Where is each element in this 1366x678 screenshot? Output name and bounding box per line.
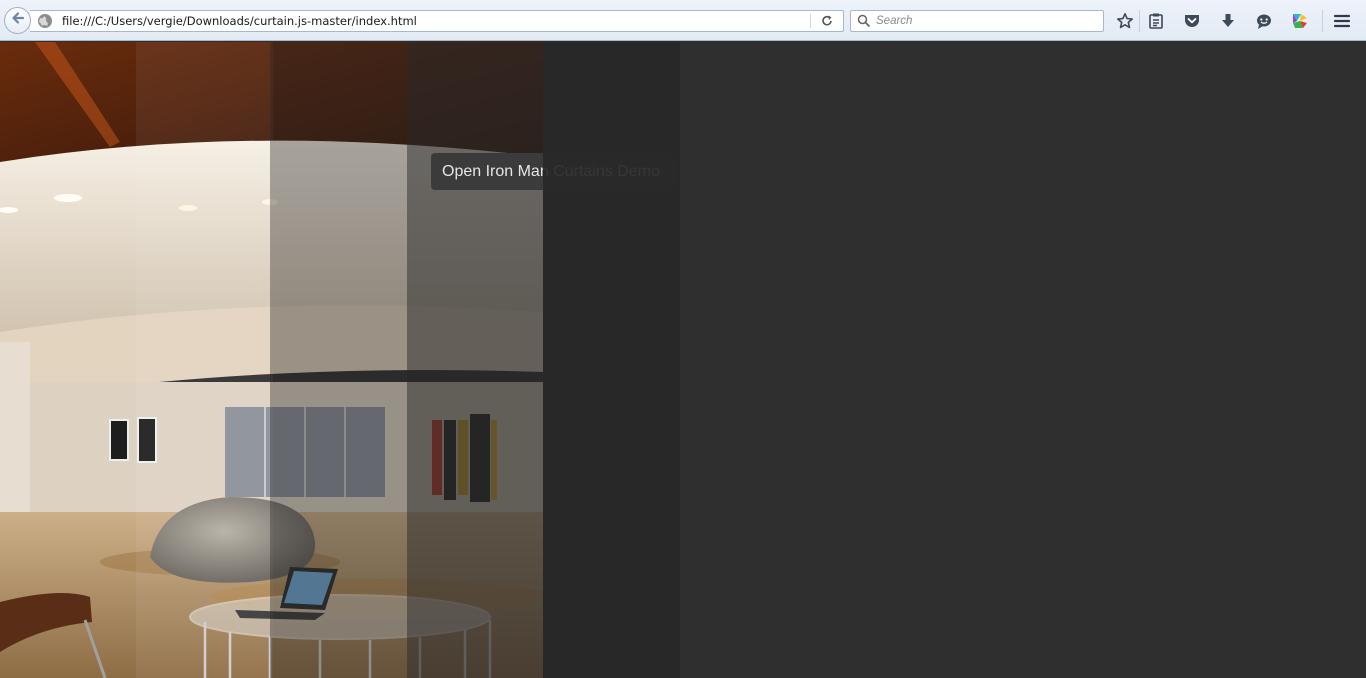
star-icon[interactable] (1115, 11, 1135, 31)
page-content: Open Iron Man Curtains Demo (0, 42, 1366, 678)
back-button[interactable] (4, 7, 31, 34)
toolbar-divider (1322, 10, 1323, 32)
toolbar-divider (1139, 10, 1140, 32)
url-text[interactable]: file:///C:/Users/vergie/Downloads/curtai… (62, 14, 417, 28)
back-arrow-icon (10, 10, 26, 31)
search-placeholder[interactable]: Search (876, 15, 912, 27)
url-divider (810, 14, 811, 28)
extension-icon[interactable] (1290, 11, 1310, 31)
pocket-icon[interactable] (1182, 11, 1202, 31)
browser-toolbar: file:///C:/Users/vergie/Downloads/curtai… (0, 0, 1366, 41)
reading-list-icon[interactable] (1146, 11, 1166, 31)
curtain-panel (407, 42, 543, 678)
curtain-panel (543, 42, 680, 678)
curtain-panel (0, 42, 137, 678)
search-icon (857, 14, 871, 33)
globe-icon (37, 13, 53, 34)
menu-icon[interactable] (1332, 11, 1352, 31)
url-bar[interactable]: file:///C:/Users/vergie/Downloads/curtai… (30, 10, 844, 32)
search-bar[interactable]: Search (850, 10, 1104, 32)
interior-scene-image (0, 42, 543, 678)
reload-icon[interactable] (819, 13, 835, 34)
curtain-panel (136, 42, 273, 678)
download-icon[interactable] (1218, 11, 1238, 31)
dark-curtain-area (680, 42, 1366, 678)
chat-icon[interactable] (1254, 11, 1274, 31)
curtain-panel (270, 42, 407, 678)
